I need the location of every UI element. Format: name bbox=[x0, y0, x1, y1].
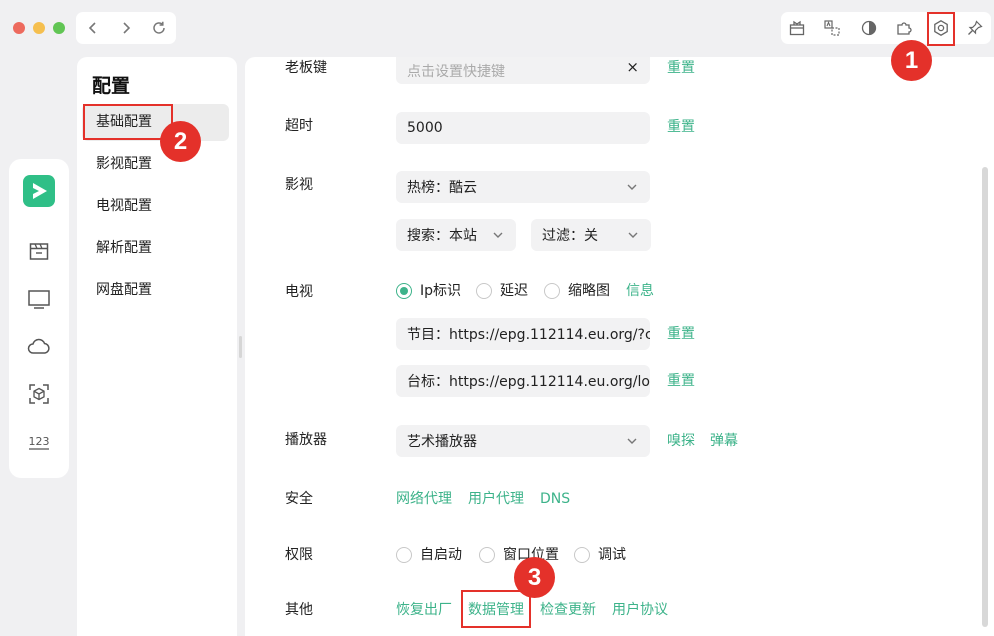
film-filter-select[interactable]: 过滤：关 bbox=[531, 219, 651, 251]
sidebar-item-tv[interactable]: 电视配置 bbox=[82, 188, 229, 225]
security-label: 安全 bbox=[285, 491, 313, 507]
tv-delay-label: 延迟 bbox=[500, 283, 528, 299]
gift-icon[interactable] bbox=[784, 15, 810, 41]
film-source-select[interactable]: 热榜：酷云 bbox=[396, 171, 650, 203]
film-source-value: 热榜：酷云 bbox=[407, 180, 477, 196]
chevron-down-icon bbox=[628, 232, 638, 238]
tv-logo-value: 台标：https://epg.112114.eu.org/lo... bbox=[407, 374, 650, 390]
contrast-icon[interactable] bbox=[856, 15, 882, 41]
toolbar bbox=[781, 12, 991, 44]
app-rail: 123 bbox=[9, 159, 69, 478]
tv-epg-value: 节目：https://epg.112114.eu.org/?c... bbox=[407, 327, 650, 343]
settings-sidebar: 配置 基础配置 影视配置 电视配置 解析配置 网盘配置 bbox=[77, 57, 237, 636]
hotkey-label: 老板键 bbox=[285, 60, 327, 76]
reload-icon[interactable] bbox=[146, 15, 172, 41]
film-search-value: 搜索：本站 bbox=[407, 228, 477, 244]
tv-epg-input[interactable]: 节目：https://epg.112114.eu.org/?c... bbox=[396, 318, 650, 350]
logo-icon[interactable] bbox=[23, 175, 55, 207]
tv-info-link[interactable]: 信息 bbox=[626, 281, 654, 301]
tv-delay-radio[interactable] bbox=[476, 283, 492, 299]
permission-window-radio[interactable] bbox=[479, 547, 495, 563]
other-label: 其他 bbox=[285, 602, 313, 618]
tv-ip-label: Ip标识 bbox=[420, 283, 462, 299]
numbers-icon[interactable]: 123 bbox=[23, 426, 55, 458]
film-filter-value: 过滤：关 bbox=[542, 228, 598, 244]
chevron-left-icon[interactable] bbox=[80, 15, 106, 41]
navigation-bar bbox=[76, 12, 176, 44]
step-badge-1: 1 bbox=[891, 40, 932, 81]
film-search-select[interactable]: 搜索：本站 bbox=[396, 219, 516, 251]
timeout-reset-link[interactable]: 重置 bbox=[667, 117, 695, 137]
sidebar-title: 配置 bbox=[92, 75, 131, 97]
player-label: 播放器 bbox=[285, 432, 327, 448]
close-window-button[interactable] bbox=[13, 22, 25, 34]
settings-panel: 老板键 点击设置快捷键 × 重置 超时 5000 重置 影视 热榜：酷云 搜索：… bbox=[245, 57, 994, 636]
scrollbar[interactable] bbox=[982, 167, 988, 627]
tv-ip-radio[interactable] bbox=[396, 283, 412, 299]
chevron-down-icon bbox=[627, 184, 637, 190]
other-check-update-link[interactable]: 检查更新 bbox=[540, 600, 596, 620]
puzzle-icon[interactable] bbox=[891, 15, 917, 41]
other-user-agreement-link[interactable]: 用户协议 bbox=[612, 600, 668, 620]
resize-handle[interactable] bbox=[239, 336, 242, 358]
permission-label: 权限 bbox=[285, 547, 313, 563]
zoom-window-button[interactable] bbox=[53, 22, 65, 34]
security-dns-link[interactable]: DNS bbox=[540, 489, 570, 509]
tv-icon[interactable] bbox=[23, 283, 55, 315]
scan-icon[interactable] bbox=[23, 378, 55, 410]
movie-icon[interactable] bbox=[23, 235, 55, 267]
sidebar-item-netdisk[interactable]: 网盘配置 bbox=[82, 272, 229, 309]
permission-debug-label: 调试 bbox=[598, 547, 626, 563]
chevron-down-icon bbox=[493, 232, 503, 238]
timeout-value: 5000 bbox=[407, 120, 443, 136]
svg-text:123: 123 bbox=[29, 435, 50, 448]
highlight-data-manage bbox=[461, 590, 531, 628]
translate-icon[interactable] bbox=[819, 15, 845, 41]
pin-icon[interactable] bbox=[962, 15, 988, 41]
step-badge-3: 3 bbox=[514, 557, 555, 598]
highlight-basic-config bbox=[83, 104, 173, 140]
hotkey-placeholder: 点击设置快捷键 bbox=[407, 63, 505, 80]
hotkey-input[interactable]: 点击设置快捷键 × bbox=[396, 57, 650, 84]
minimize-window-button[interactable] bbox=[33, 22, 45, 34]
player-sniff-link[interactable]: 嗅探 bbox=[667, 431, 695, 451]
chevron-down-icon bbox=[627, 438, 637, 444]
timeout-label: 超时 bbox=[285, 118, 313, 134]
tv-logo-input[interactable]: 台标：https://epg.112114.eu.org/lo... bbox=[396, 365, 650, 397]
film-label: 影视 bbox=[285, 177, 313, 193]
cloud-icon[interactable] bbox=[23, 331, 55, 363]
other-factory-reset-link[interactable]: 恢复出厂 bbox=[396, 600, 452, 620]
hotkey-reset-link[interactable]: 重置 bbox=[667, 58, 695, 78]
clear-icon[interactable]: × bbox=[626, 58, 639, 76]
player-value: 艺术播放器 bbox=[407, 434, 477, 450]
permission-autostart-radio[interactable] bbox=[396, 547, 412, 563]
sidebar-item-film[interactable]: 影视配置 bbox=[82, 146, 229, 183]
permission-autostart-label: 自启动 bbox=[420, 547, 462, 563]
player-danmaku-link[interactable]: 弹幕 bbox=[710, 431, 738, 451]
tv-label: 电视 bbox=[285, 284, 313, 300]
tv-logo-reset-link[interactable]: 重置 bbox=[667, 371, 695, 391]
permission-debug-radio[interactable] bbox=[574, 547, 590, 563]
highlight-settings-icon bbox=[927, 12, 955, 46]
step-badge-2: 2 bbox=[160, 121, 201, 162]
sidebar-item-parse[interactable]: 解析配置 bbox=[82, 230, 229, 267]
tv-epg-reset-link[interactable]: 重置 bbox=[667, 324, 695, 344]
security-user-agent-link[interactable]: 用户代理 bbox=[468, 489, 524, 509]
timeout-input[interactable]: 5000 bbox=[396, 112, 650, 144]
player-select[interactable]: 艺术播放器 bbox=[396, 425, 650, 457]
chevron-right-icon[interactable] bbox=[113, 15, 139, 41]
security-network-proxy-link[interactable]: 网络代理 bbox=[396, 489, 452, 509]
tv-thumb-label: 缩略图 bbox=[568, 283, 610, 299]
tv-thumb-radio[interactable] bbox=[544, 283, 560, 299]
